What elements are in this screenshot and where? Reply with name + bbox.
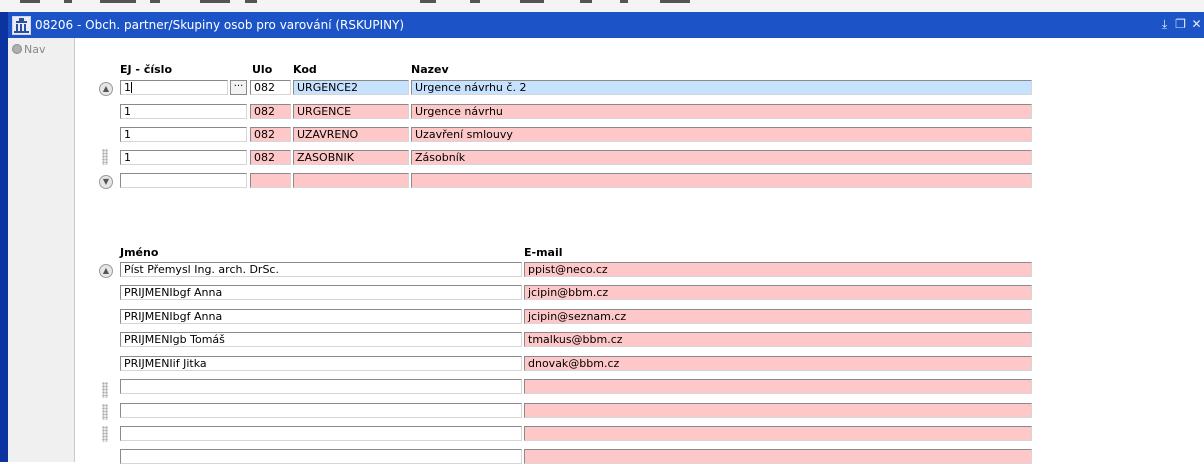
column-header-email: E-mail <box>524 246 563 259</box>
window-title: 08206 - Obch. partner/Skupiny osob pro v… <box>35 18 405 32</box>
jmeno-field[interactable]: PRIJMENIif Jitka <box>120 356 522 371</box>
nazev-field[interactable]: Zásobník <box>411 150 1032 165</box>
jmeno-field[interactable] <box>120 403 522 418</box>
column-header-kod: Kod <box>293 63 317 76</box>
window-title-bar[interactable]: 08206 - Obch. partner/Skupiny osob pro v… <box>8 12 1204 38</box>
app-building-icon <box>12 16 31 35</box>
restore-icon[interactable]: ❐ <box>1174 17 1187 31</box>
jmeno-field[interactable]: PRIJMENIbgf Anna <box>120 285 522 300</box>
column-header-ulo: Ulo <box>252 63 273 76</box>
scroll-up-icon[interactable]: ▲ <box>99 82 113 96</box>
scroll-up-icon[interactable]: ▲ <box>99 264 113 278</box>
drag-grip-icon[interactable] <box>102 382 108 398</box>
email-field[interactable]: tmalkus@bbm.cz <box>524 332 1032 347</box>
ej-cislo-input[interactable] <box>120 173 247 188</box>
nav-radio-button[interactable]: Nav <box>12 43 45 56</box>
ulo-field[interactable]: 082 <box>250 80 291 95</box>
ej-cislo-input[interactable]: 1 <box>120 150 247 165</box>
email-field[interactable]: jcipin@seznam.cz <box>524 309 1032 324</box>
kod-field[interactable]: UZAVRENO <box>293 127 409 142</box>
jmeno-field[interactable]: PRIJMENIgb Tomáš <box>120 332 522 347</box>
email-field[interactable] <box>524 426 1032 441</box>
email-field[interactable]: dnovak@bbm.cz <box>524 356 1032 371</box>
kod-field[interactable]: URGENCE2 <box>293 80 409 95</box>
ulo-field[interactable]: 082 <box>250 127 291 142</box>
close-icon[interactable]: ✕ <box>1190 17 1203 31</box>
jmeno-field[interactable] <box>120 426 522 441</box>
minimize-icon[interactable]: ⤓ <box>1158 17 1171 31</box>
ulo-field[interactable]: 082 <box>250 150 291 165</box>
ej-cislo-input[interactable]: 1 <box>120 127 247 142</box>
column-header-ej: EJ - číslo <box>120 63 172 76</box>
ulo-field[interactable] <box>250 173 291 188</box>
top-toolbar-strip <box>0 0 1204 12</box>
form-client-area: Nav EJ - číslo Ulo Kod Nazev ▲ ▼ 1 ··· 0… <box>8 38 1204 464</box>
radio-dot-icon <box>12 44 22 54</box>
kod-field[interactable]: ZASOBNIK <box>293 150 409 165</box>
drag-grip-icon[interactable] <box>102 426 108 442</box>
email-field[interactable] <box>524 379 1032 394</box>
nazev-field[interactable]: Urgence návrhu č. 2 <box>411 80 1032 95</box>
jmeno-field[interactable]: Píst Přemysl Ing. arch. DrSc. <box>120 262 522 277</box>
email-field[interactable]: ppist@neco.cz <box>524 262 1032 277</box>
column-header-nazev: Nazev <box>411 63 449 76</box>
ej-cislo-input[interactable]: 1 <box>120 104 247 119</box>
ej-cislo-input[interactable]: 1 <box>120 80 228 95</box>
drag-grip-icon[interactable] <box>102 149 108 165</box>
scroll-down-icon[interactable]: ▼ <box>99 175 113 189</box>
kod-field[interactable] <box>293 173 409 188</box>
jmeno-field[interactable]: PRIJMENIbgf Anna <box>120 309 522 324</box>
lov-button[interactable]: ··· <box>230 80 247 95</box>
ulo-field[interactable]: 082 <box>250 104 291 119</box>
kod-field[interactable]: URGENCE <box>293 104 409 119</box>
drag-grip-icon[interactable] <box>102 404 108 420</box>
text-cursor <box>131 82 132 93</box>
window-left-edge <box>0 12 8 462</box>
column-header-jmeno: Jméno <box>120 246 159 259</box>
email-field[interactable]: jcipin@bbm.cz <box>524 285 1032 300</box>
ej-cislo-value: 1 <box>124 81 131 94</box>
nazev-field[interactable]: Urgence návrhu <box>411 104 1032 119</box>
jmeno-field[interactable] <box>120 379 522 394</box>
nazev-field[interactable]: Uzavření smlouvy <box>411 127 1032 142</box>
nav-label: Nav <box>24 43 46 56</box>
email-field[interactable] <box>524 403 1032 418</box>
nav-panel: Nav <box>8 38 75 462</box>
nazev-field[interactable] <box>411 173 1032 188</box>
